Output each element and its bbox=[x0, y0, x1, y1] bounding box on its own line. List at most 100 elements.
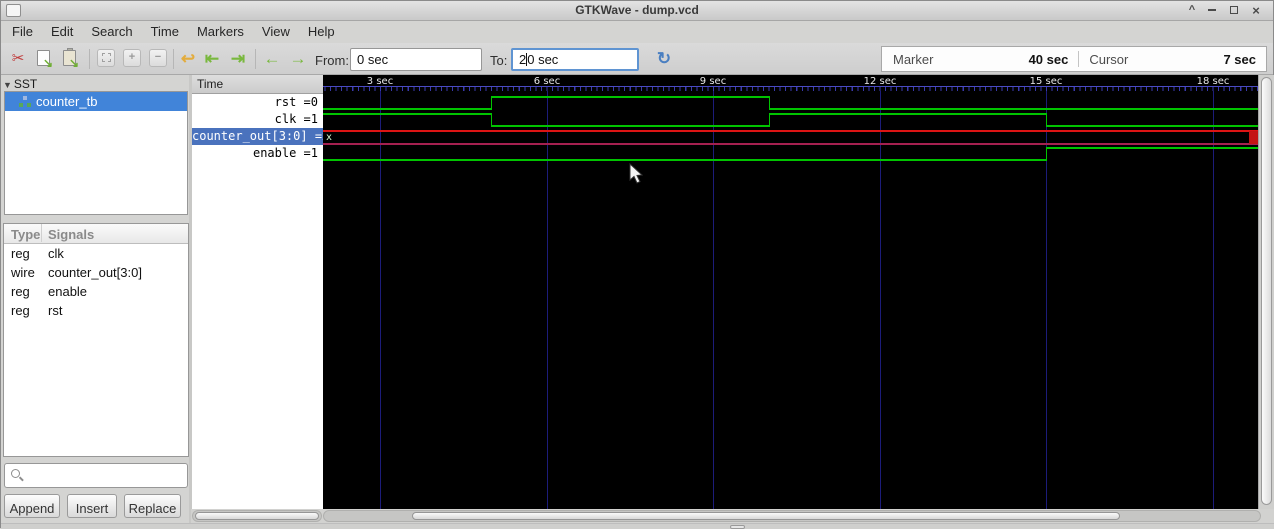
ruler-label: 12 sec bbox=[863, 76, 897, 87]
to-label: To: bbox=[490, 53, 508, 68]
shift-right-icon[interactable]: → bbox=[287, 47, 309, 71]
menu-file[interactable]: File bbox=[3, 21, 42, 43]
table-row-counter_out[3:0][interactable]: wire counter_out[3:0] bbox=[4, 263, 188, 282]
horizontal-scrollbar-row bbox=[191, 509, 1274, 523]
wave-segment-clk bbox=[491, 125, 769, 127]
wave-segment-enable bbox=[1046, 147, 1258, 149]
table-row-enable[interactable]: reg enable bbox=[4, 282, 188, 301]
vertical-scrollbar[interactable] bbox=[1258, 75, 1274, 509]
signal-name-row[interactable]: counter_out[3:0] =x bbox=[192, 128, 323, 145]
search-input[interactable] bbox=[25, 466, 183, 485]
signal-names-panel[interactable]: Time rst =0 clk =1 counter_out[3:0] =x enab… bbox=[192, 75, 323, 509]
gtkwave-window: GTKWave - dump.vcd ^ × File Edit Search Tim… bbox=[0, 0, 1274, 529]
collapse-triangle-icon[interactable]: ▼ bbox=[3, 80, 12, 90]
search-icon bbox=[11, 469, 20, 478]
table-row-clk[interactable]: reg clk bbox=[4, 244, 188, 263]
wave-segment-enable bbox=[323, 159, 1046, 161]
gridline bbox=[547, 91, 548, 509]
cursor-value: 7 sec bbox=[1223, 51, 1256, 67]
menu-help[interactable]: Help bbox=[299, 21, 344, 43]
wave-segment-clk bbox=[1046, 125, 1258, 127]
bottom-splitter[interactable] bbox=[1, 523, 1274, 529]
ruler-label: 3 sec bbox=[366, 76, 394, 87]
zoom-fit-icon[interactable] bbox=[97, 49, 115, 67]
insert-button[interactable]: Insert bbox=[67, 494, 117, 518]
sst-section-header[interactable]: ▼ SST bbox=[3, 77, 37, 91]
signal-search-box bbox=[4, 463, 188, 488]
window-title: GTKWave - dump.vcd bbox=[575, 3, 699, 17]
signal-name-row[interactable]: clk =1 bbox=[192, 111, 323, 128]
waveform-canvas[interactable]: 3 sec 6 sec 9 sec 12 sec 15 sec 18 sec x bbox=[323, 75, 1258, 509]
signals-column-header[interactable]: Signals bbox=[42, 224, 94, 242]
menu-edit[interactable]: Edit bbox=[42, 21, 82, 43]
type-column-header[interactable]: Type bbox=[4, 224, 42, 242]
mouse-cursor bbox=[629, 163, 644, 184]
bus-bottom-counter_out[3:0] bbox=[323, 143, 1258, 145]
gridline bbox=[713, 91, 714, 509]
from-time-input[interactable]: 0 sec bbox=[350, 48, 482, 71]
gridline bbox=[880, 91, 881, 509]
time-ruler-ticks bbox=[323, 87, 1258, 91]
toolbar-separator bbox=[173, 49, 174, 69]
title-bar[interactable]: GTKWave - dump.vcd ^ × bbox=[1, 1, 1273, 21]
wave-edge-enable bbox=[1046, 147, 1047, 161]
reload-icon[interactable]: ↻ bbox=[653, 47, 675, 71]
menu-time[interactable]: Time bbox=[142, 21, 188, 43]
wave-edge-rst bbox=[491, 96, 492, 110]
cut-icon[interactable]: ✂ bbox=[7, 47, 29, 71]
to-time-input[interactable]: 20 sec bbox=[511, 48, 639, 71]
marker-label: Marker bbox=[893, 51, 934, 67]
ruler-label: 15 sec bbox=[1029, 76, 1063, 87]
table-row-rst[interactable]: reg rst bbox=[4, 301, 188, 320]
to-end-icon[interactable]: ⇥ bbox=[227, 47, 249, 71]
gridline bbox=[1213, 91, 1214, 509]
zoom-undo-icon[interactable]: ↩ bbox=[177, 47, 199, 71]
bus-top-counter_out[3:0] bbox=[323, 130, 1258, 132]
bus-end-fill bbox=[1249, 131, 1258, 144]
zoom-out-icon[interactable]: − bbox=[149, 49, 167, 67]
marker-cursor-readout: Marker 40 sec Cursor 7 sec bbox=[881, 46, 1267, 72]
gridline bbox=[380, 91, 381, 509]
names-scrollbar-thumb[interactable] bbox=[195, 512, 319, 520]
wave-segment-clk bbox=[769, 113, 1046, 115]
shift-left-icon[interactable]: ← bbox=[261, 47, 283, 71]
toolbar-separator bbox=[89, 49, 90, 69]
signal-name-row[interactable]: rst =0 bbox=[192, 94, 323, 111]
ruler-label: 9 sec bbox=[699, 76, 727, 87]
vertical-scrollbar-thumb[interactable] bbox=[1261, 77, 1272, 505]
to-start-icon[interactable]: ⇤ bbox=[201, 47, 223, 71]
replace-button[interactable]: Replace bbox=[124, 494, 181, 518]
time-header: Time bbox=[192, 75, 323, 94]
bus-value-label: x bbox=[326, 132, 333, 143]
signal-name-row[interactable]: enable =1 bbox=[192, 145, 323, 162]
wave-segment-clk bbox=[323, 113, 491, 115]
zoom-in-icon[interactable]: + bbox=[123, 49, 141, 67]
menu-search[interactable]: Search bbox=[82, 21, 141, 43]
toolbar: ✂ ↘ ↘ + − ↩ ⇤ ⇥ ← → From: 0 sec To: 20 s… bbox=[1, 43, 1273, 75]
menu-markers[interactable]: Markers bbox=[188, 21, 253, 43]
splitter-grip[interactable] bbox=[730, 525, 745, 529]
maximize-window-icon[interactable] bbox=[1225, 3, 1243, 19]
wave-scrollbar-thumb[interactable] bbox=[412, 512, 1120, 520]
minimize-window-icon[interactable] bbox=[1203, 3, 1221, 19]
menu-bar: File Edit Search Time Markers View Help bbox=[1, 21, 1273, 43]
signals-table-header: Type Signals bbox=[4, 224, 188, 244]
tree-item-counter_tb[interactable]: counter_tb bbox=[5, 92, 187, 111]
wave-edge-clk bbox=[769, 113, 770, 127]
signals-table[interactable]: Type Signals reg clk wire counter_out[3:0] re… bbox=[3, 223, 189, 457]
wave-segment-rst bbox=[491, 96, 769, 98]
append-button[interactable]: Append bbox=[4, 494, 60, 518]
sst-tree[interactable]: counter_tb bbox=[4, 91, 188, 215]
from-label: From: bbox=[315, 53, 349, 68]
names-horizontal-scrollbar[interactable] bbox=[192, 510, 322, 522]
toolbar-separator bbox=[255, 49, 256, 69]
shade-window-icon[interactable]: ^ bbox=[1183, 3, 1201, 19]
copy-icon[interactable]: ↘ bbox=[37, 50, 53, 69]
wave-horizontal-scrollbar[interactable] bbox=[323, 510, 1261, 522]
close-window-icon[interactable]: × bbox=[1247, 3, 1265, 19]
paste-icon[interactable]: ↘ bbox=[63, 48, 79, 69]
ruler-label: 6 sec bbox=[533, 76, 561, 87]
marker-value: 40 sec bbox=[1028, 51, 1069, 67]
menu-view[interactable]: View bbox=[253, 21, 299, 43]
ruler-label: 18 sec bbox=[1196, 76, 1230, 87]
